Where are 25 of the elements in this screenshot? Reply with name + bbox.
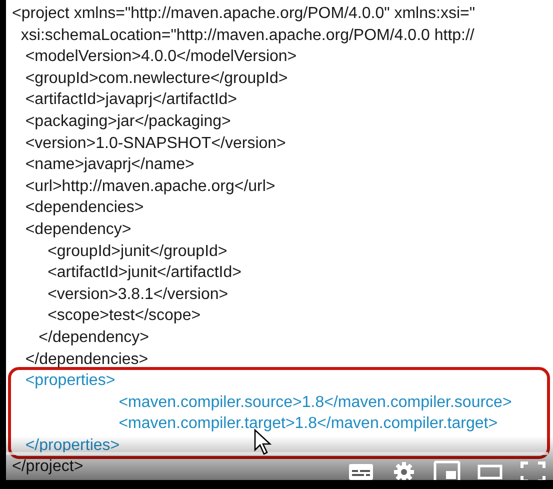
code-line: <version>3.8.1</version> <box>46 284 228 305</box>
fullscreen-icon[interactable] <box>519 460 547 480</box>
miniplayer-icon[interactable] <box>433 460 461 480</box>
code-line: <name>javaprj</name> <box>24 155 194 176</box>
code-line: <packaging>jar</packaging> <box>24 112 231 132</box>
code-line: <url>http://maven.apache.org</url> <box>24 176 276 197</box>
code-line: <groupId>junit</groupId> <box>46 242 228 262</box>
code-line: </properties> <box>24 436 120 456</box>
code-line: <maven.compiler.source>1.8</maven.compiler.source> <box>118 392 512 413</box>
code-line: <dependency> <box>24 220 132 240</box>
code-line: <properties> <box>24 371 116 392</box>
code-line: <scope>test</scope> <box>46 306 201 326</box>
code-line: <maven.compiler.target>1.8</maven.compiler.target> <box>118 414 498 434</box>
code-line: <groupId>com.newlecture</groupId> <box>24 68 288 89</box>
code-line: <version>1.0-SNAPSHOT</version> <box>24 134 286 154</box>
code-line: <modelVersion>4.0.0</modelVersion> <box>24 47 297 68</box>
code-line: xsi:schemaLocation="http://maven.apache.org/POM/4.0.0 http:// <box>20 26 474 46</box>
code-line: <artifactId>javaprj</artifactId> <box>24 90 238 110</box>
code-line: <project xmlns="http://maven.apache.org/POM/4.0.0" xmlns:xsi=" <box>12 4 476 24</box>
code-line: </dependencies> <box>24 350 148 370</box>
code-line: <artifactId>junit</artifactId> <box>46 263 242 284</box>
code-line: <dependencies> <box>24 198 144 218</box>
code-line: </project> <box>12 457 84 478</box>
progress-track[interactable] <box>6 452 548 455</box>
code-line: </dependency> <box>38 328 149 348</box>
